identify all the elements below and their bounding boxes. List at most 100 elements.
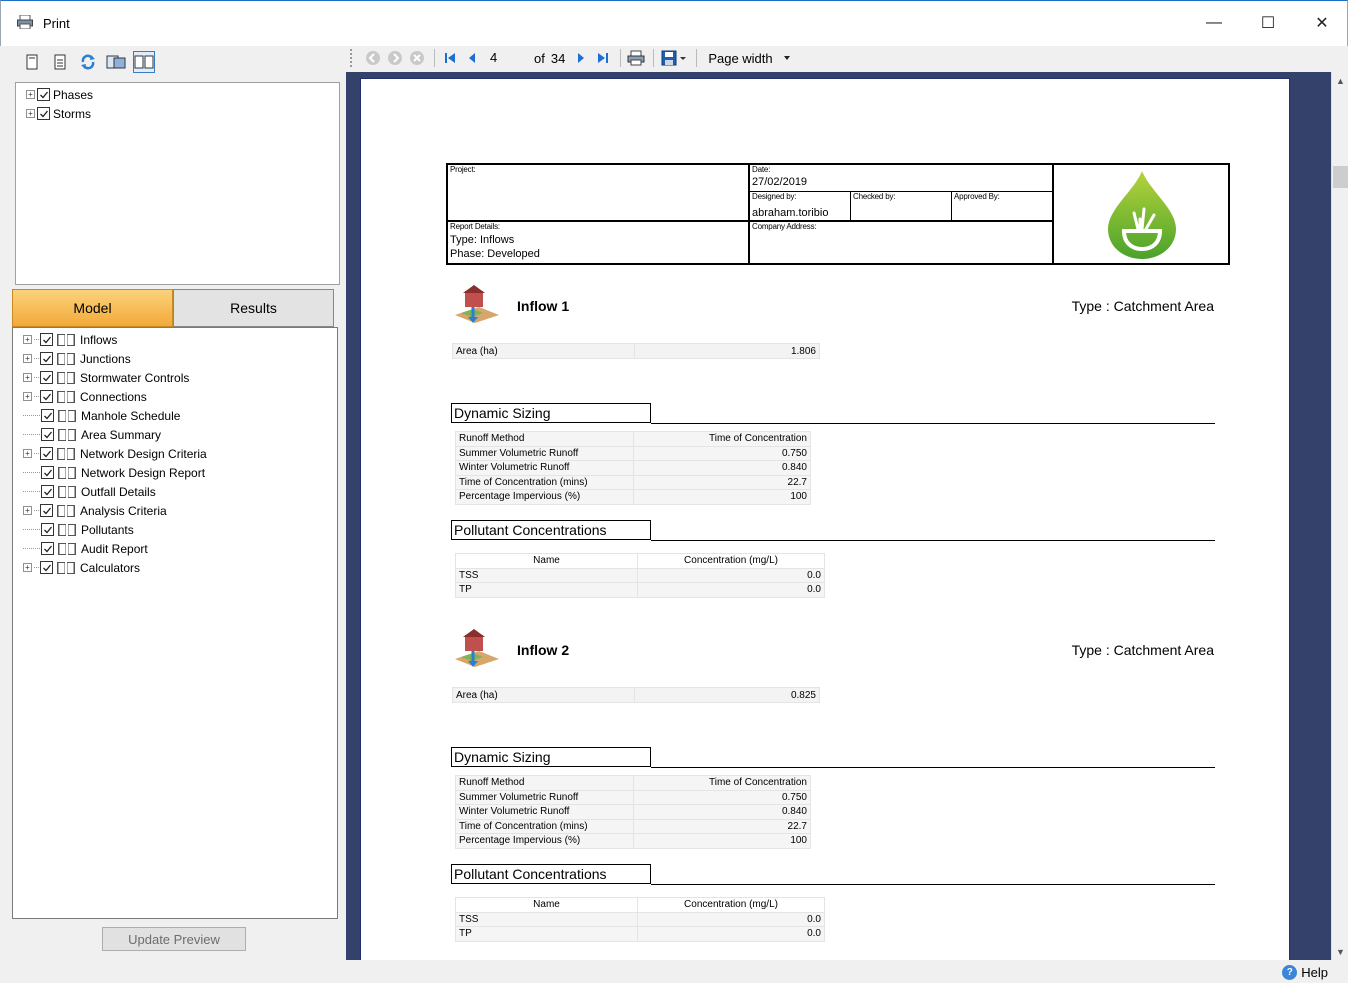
checkmark-icon xyxy=(42,355,51,362)
tree-checkbox[interactable] xyxy=(40,352,53,365)
book-view-button[interactable] xyxy=(133,51,155,73)
book-icon xyxy=(57,352,75,365)
current-page-input[interactable]: 4 xyxy=(484,48,528,68)
tree-item[interactable]: + Analysis Criteria xyxy=(23,501,337,520)
pollutant-name: TP xyxy=(455,926,638,942)
expand-icon[interactable]: + xyxy=(23,373,32,382)
toolbar-grip[interactable] xyxy=(350,49,353,67)
help-icon: ? xyxy=(1282,965,1298,980)
tree-checkbox[interactable] xyxy=(41,485,54,498)
checkbox-phases[interactable] xyxy=(37,88,50,101)
expand-icon[interactable]: + xyxy=(23,392,32,401)
book-icon xyxy=(58,466,76,479)
tree-connector xyxy=(35,491,40,492)
left-pane: + Phases + Storms Model Results + Inflows… xyxy=(7,46,341,983)
previous-page-button[interactable] xyxy=(462,48,482,68)
expand-icon[interactable]: + xyxy=(23,335,32,344)
tab-results[interactable]: Results xyxy=(173,289,334,327)
image-view-button[interactable] xyxy=(105,51,127,73)
expand-icon[interactable]: + xyxy=(26,109,35,118)
forward-button[interactable] xyxy=(385,48,405,68)
tree-item[interactable]: Pollutants xyxy=(23,520,337,539)
tree-checkbox[interactable] xyxy=(41,542,54,555)
tree-item[interactable]: + Inflows xyxy=(23,330,337,349)
first-page-button[interactable] xyxy=(440,48,460,68)
last-page-button[interactable] xyxy=(593,48,613,68)
checkmark-icon xyxy=(43,412,52,419)
tree-item-storms[interactable]: + Storms xyxy=(26,104,339,123)
dynamic-label: Time of Concentration (mins) xyxy=(455,474,634,490)
page-details-button[interactable] xyxy=(49,51,71,73)
tree-item[interactable]: + Connections xyxy=(23,387,337,406)
tree-item-phases[interactable]: + Phases xyxy=(26,85,339,104)
pollutant-name: TSS xyxy=(455,567,638,583)
tree-item[interactable]: + Junctions xyxy=(23,349,337,368)
tree-label: Pollutants xyxy=(81,522,134,537)
expand-icon[interactable]: + xyxy=(23,354,32,363)
book-icon xyxy=(58,428,76,441)
tab-strip: Model Results xyxy=(12,289,334,327)
dynamic-value: 0.840 xyxy=(633,804,811,820)
section-rule xyxy=(651,540,1215,541)
dynamic-label: Time of Concentration (mins) xyxy=(455,818,634,834)
tree-checkbox[interactable] xyxy=(40,447,53,460)
dynamic-value: Time of Concentration xyxy=(633,431,811,447)
tree-item[interactable]: Audit Report xyxy=(23,539,337,558)
single-page-button[interactable] xyxy=(21,51,43,73)
dynamic-value: 0.840 xyxy=(633,460,811,476)
back-circle-icon xyxy=(366,51,380,65)
tree-item[interactable]: Manhole Schedule xyxy=(23,406,337,425)
expand-icon[interactable]: + xyxy=(23,449,32,458)
vertical-scrollbar[interactable]: ▲ ▼ xyxy=(1331,72,1348,960)
tree-checkbox[interactable] xyxy=(41,523,54,536)
tree-checkbox[interactable] xyxy=(40,504,53,517)
scroll-up-icon[interactable]: ▲ xyxy=(1332,72,1348,89)
dynamic-sizing-table: Runoff Method Time of Concentration Summer… xyxy=(455,775,811,849)
expand-icon[interactable]: + xyxy=(23,563,32,572)
tab-model[interactable]: Model xyxy=(12,289,173,327)
help-link[interactable]: ? Help xyxy=(1282,965,1328,980)
print-button[interactable] xyxy=(626,48,646,68)
area-label: Area (ha) xyxy=(452,343,635,359)
expand-icon[interactable]: + xyxy=(23,506,32,515)
save-button[interactable] xyxy=(659,48,689,68)
tree-checkbox[interactable] xyxy=(41,466,54,479)
tree-checkbox[interactable] xyxy=(40,333,53,346)
minimize-button[interactable]: — xyxy=(1191,7,1237,39)
scroll-down-icon[interactable]: ▼ xyxy=(1332,943,1348,960)
tree-checkbox[interactable] xyxy=(40,371,53,384)
refresh-button[interactable] xyxy=(77,51,99,73)
update-preview-button[interactable]: Update Preview xyxy=(102,927,246,951)
tree-item[interactable]: Outfall Details xyxy=(23,482,337,501)
checkbox-storms[interactable] xyxy=(37,107,50,120)
tree-checkbox[interactable] xyxy=(41,428,54,441)
tree-checkbox[interactable] xyxy=(41,409,54,422)
tree-item[interactable]: + Calculators xyxy=(23,558,337,577)
window-title: Print xyxy=(43,16,70,31)
chevron-down-icon[interactable] xyxy=(783,55,791,61)
tree-connector xyxy=(23,548,34,549)
checked-cell: Checked by: xyxy=(851,192,952,222)
back-button[interactable] xyxy=(363,48,383,68)
close-button[interactable]: ✕ xyxy=(1299,7,1345,39)
scroll-thumb[interactable] xyxy=(1333,166,1348,188)
project-cell: Project: xyxy=(448,165,750,222)
tree-item[interactable]: Area Summary xyxy=(23,425,337,444)
tree-label: Network Design Report xyxy=(81,465,206,480)
checkmark-icon xyxy=(42,336,51,343)
tree-checkbox[interactable] xyxy=(40,390,53,403)
tree-item[interactable]: Network Design Report xyxy=(23,463,337,482)
dynamic-sizing-title: Dynamic Sizing xyxy=(451,403,651,423)
tree-connector xyxy=(34,453,39,454)
zoom-select[interactable]: Page width xyxy=(708,51,772,66)
maximize-button[interactable]: ☐ xyxy=(1245,7,1291,39)
tree-item[interactable]: + Network Design Criteria xyxy=(23,444,337,463)
expand-icon[interactable]: + xyxy=(26,90,35,99)
table-row: Time of Concentration (mins) 22.7 xyxy=(455,474,811,490)
tree-item[interactable]: + Stormwater Controls xyxy=(23,368,337,387)
next-page-button[interactable] xyxy=(571,48,591,68)
print-preview[interactable]: Project: Report Details: Type: Inflows P… xyxy=(346,72,1331,960)
left-toolbar xyxy=(21,50,155,74)
stop-button[interactable] xyxy=(407,48,427,68)
tree-checkbox[interactable] xyxy=(40,561,53,574)
